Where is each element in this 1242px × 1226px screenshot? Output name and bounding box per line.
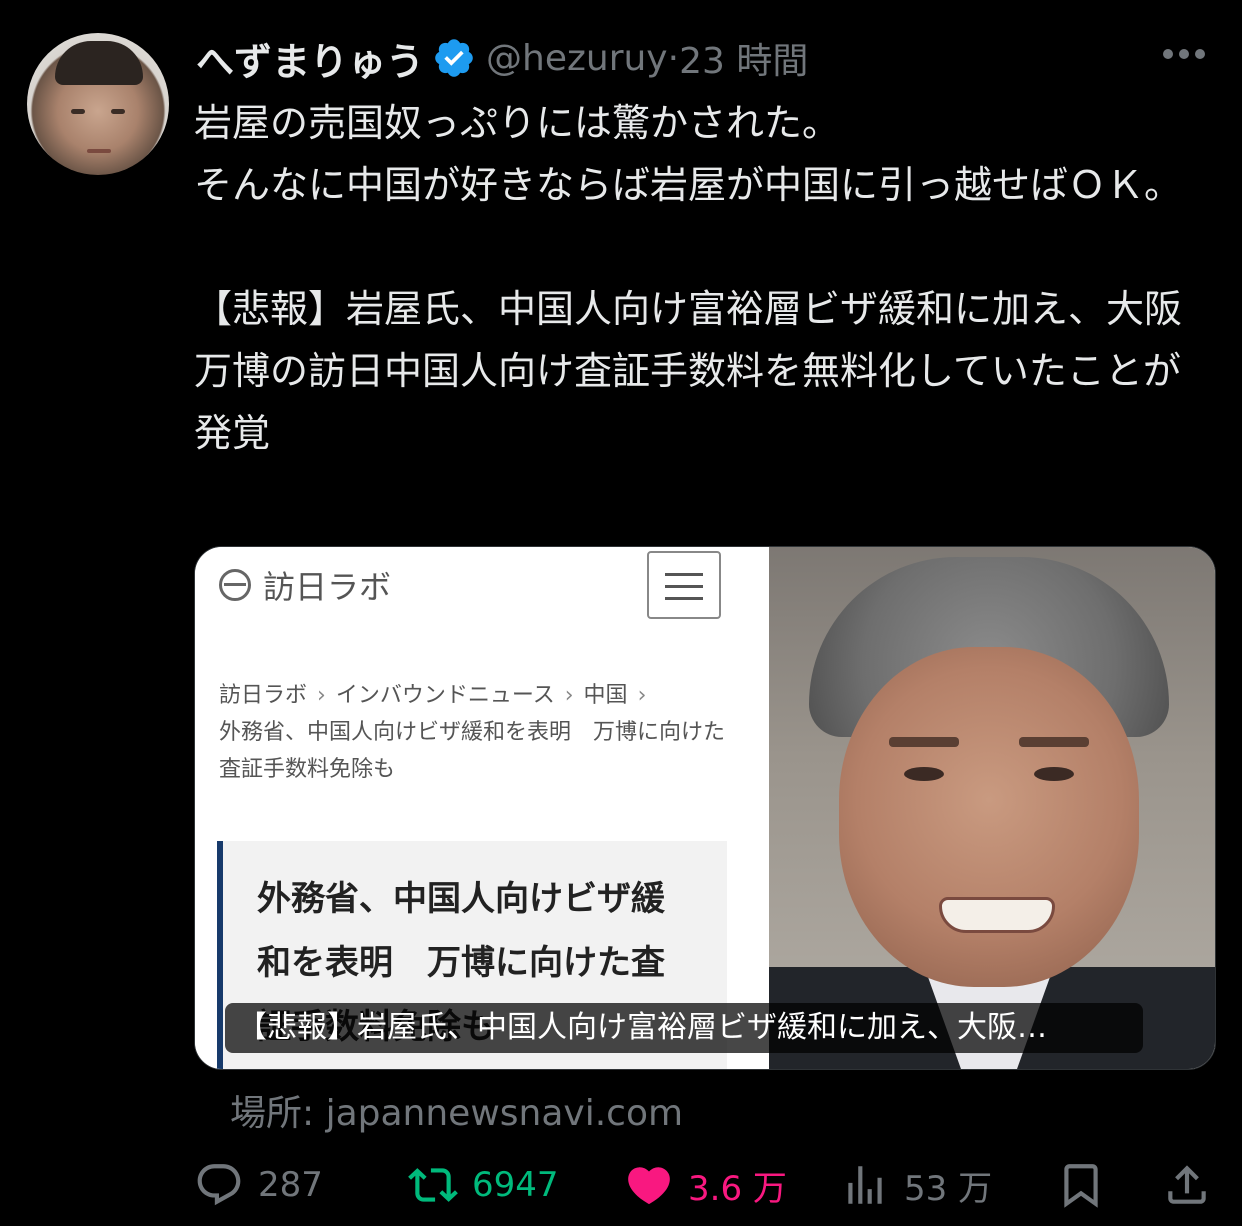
card-source[interactable]: 場所: japannewsnavi.com <box>230 1084 683 1136</box>
share-button[interactable] <box>1162 1150 1212 1220</box>
avatar-eye-right <box>111 109 125 114</box>
breadcrumb-separator-icon: › <box>564 683 574 708</box>
breadcrumb-separator-icon: › <box>317 683 326 708</box>
photo-eye-left <box>904 767 944 781</box>
author-name[interactable]: へずまりゅう <box>196 31 424 86</box>
card-caption: 【悲報】岩屋氏、中国人向け富裕層ビザ緩和に加え、大阪… <box>225 1003 1143 1053</box>
author-avatar[interactable] <box>27 33 169 175</box>
action-bar: 287 6947 3.6 万 53 万 <box>194 1150 1214 1220</box>
photo-eye-right <box>1034 767 1074 781</box>
like-icon <box>628 1167 670 1205</box>
like-count: 3.6 万 <box>688 1168 787 1209</box>
avatar-mouth <box>87 149 111 153</box>
retweet-count: 6947 <box>472 1165 559 1205</box>
reply-icon <box>197 1164 241 1206</box>
reply-count: 287 <box>258 1165 323 1205</box>
photo-face <box>839 647 1139 987</box>
more-icon[interactable] <box>1163 40 1213 68</box>
author-handle[interactable]: @hezuruy <box>486 38 668 79</box>
breadcrumb-item: 訪日ラボ <box>219 683 308 708</box>
tweet-text: 岩屋の売国奴っぷりには驚かされた。 そんなに中国が好きならば岩屋が中国に引っ越せ… <box>194 101 1183 455</box>
card-screenshot: 訪日ラボ 訪日ラボ › インバウンドニュース › 中国 › 外務省、中国人向けビザ緩和を表… <box>195 547 769 1069</box>
views-button[interactable]: 53 万 <box>840 1150 992 1220</box>
site-logo: 訪日ラボ <box>219 561 391 609</box>
photo-brow-right <box>1019 737 1089 747</box>
retweet-icon <box>408 1168 458 1202</box>
avatar-eye-left <box>71 109 85 114</box>
photo-mouth <box>939 897 1055 933</box>
retweet-button[interactable]: 6947 <box>408 1150 559 1220</box>
breadcrumb-item: 中国 <box>583 683 628 708</box>
photo-brow-left <box>889 737 959 747</box>
breadcrumb-title: 外務省、中国人向けビザ緩和を表明 万博に向けた査証手数料免除も <box>219 720 726 782</box>
site-logo-icon <box>219 569 251 601</box>
like-button[interactable]: 3.6 万 <box>624 1150 787 1220</box>
breadcrumb-separator-icon: › <box>637 683 647 708</box>
time-separator: · <box>667 37 680 79</box>
reply-button[interactable]: 287 <box>194 1150 323 1220</box>
bookmark-button[interactable] <box>1056 1150 1106 1220</box>
views-icon <box>848 1166 882 1204</box>
share-icon <box>1168 1165 1206 1204</box>
breadcrumb: 訪日ラボ › インバウンドニュース › 中国 › 外務省、中国人向けビザ緩和を表明 万博に… <box>219 677 739 788</box>
verified-icon <box>435 39 473 77</box>
views-count: 53 万 <box>904 1168 993 1209</box>
avatar-hair <box>55 41 143 85</box>
tweet-time[interactable]: 23 時間 <box>679 32 808 84</box>
card-photo <box>769 547 1215 1069</box>
link-card[interactable]: 訪日ラボ 訪日ラボ › インバウンドニュース › 中国 › 外務省、中国人向けビザ緩和を表… <box>194 546 1216 1070</box>
site-name: 訪日ラボ <box>263 568 392 606</box>
bookmark-icon <box>1064 1164 1098 1208</box>
tweet-header: へずまりゅう @hezuruy · 23 時間 <box>196 28 808 88</box>
hamburger-menu-icon <box>647 551 721 619</box>
breadcrumb-item: インバウンドニュース <box>335 683 555 708</box>
